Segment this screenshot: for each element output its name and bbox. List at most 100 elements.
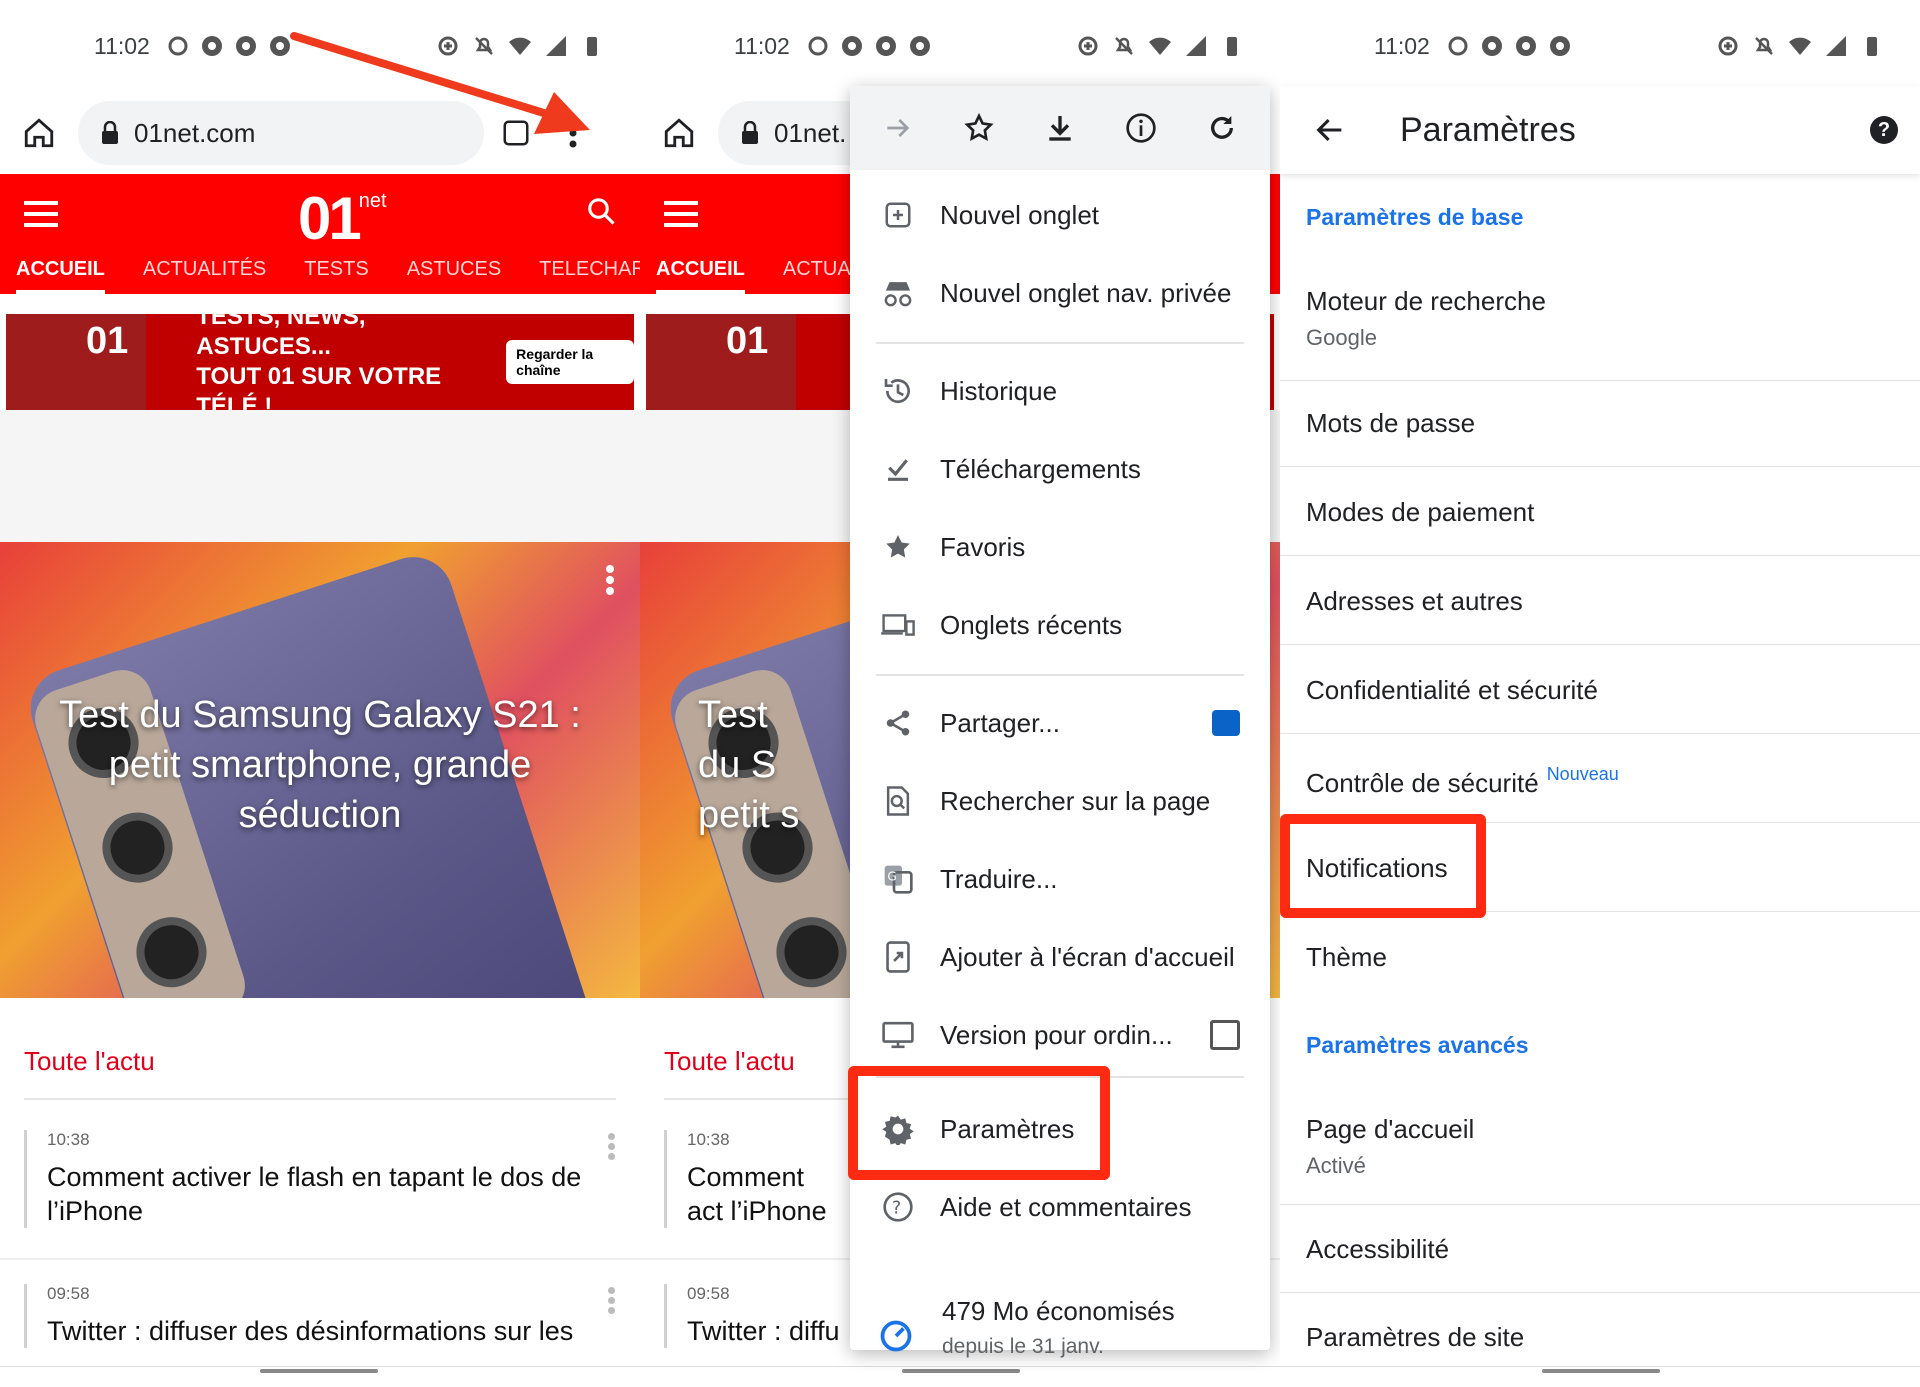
nav-tab-tests[interactable]: TESTS <box>304 258 368 294</box>
status-notification-icons <box>1446 34 1572 58</box>
menu-item-recent-tabs[interactable]: Onglets récents <box>850 586 1270 664</box>
menu-item-history[interactable]: Historique <box>850 352 1270 430</box>
settings-item-label: Paramètres de site <box>1306 1322 1525 1352</box>
news-more-icon[interactable] <box>606 1284 616 1317</box>
menu-item-share[interactable]: Partager... <box>850 684 1270 762</box>
news-title: Comment activer le flash en tapant le do… <box>47 1162 582 1226</box>
settings-item-homepage[interactable]: Page d'accueil Activé <box>1280 1114 1920 1179</box>
menu-item-desktop-site[interactable]: Version pour ordin... <box>850 996 1270 1074</box>
menu-item-label: Traduire... <box>940 863 1058 894</box>
settings-item-safety-check[interactable]: Contrôle de sécurité Nouveau <box>1280 764 1920 799</box>
hamburger-menu-icon[interactable] <box>664 198 700 230</box>
divider <box>1280 733 1920 734</box>
data-savings-summary[interactable]: 479 Mo économisés depuis le 31 janv. <box>850 1296 1270 1386</box>
menu-item-label: Onglets récents <box>940 609 1123 640</box>
hero-more-icon[interactable] <box>604 562 616 598</box>
menu-item-label: Ajouter à l'écran d'accueil <box>940 941 1235 972</box>
outlook-share-icon[interactable] <box>1212 710 1240 736</box>
home-button[interactable] <box>0 92 78 174</box>
settings-item-payment[interactable]: Modes de paiement <box>1280 497 1920 528</box>
red-annotation-arrow <box>290 32 590 134</box>
lock-icon <box>102 121 118 144</box>
menu-item-label: Historique <box>940 375 1058 406</box>
wifi-icon <box>1789 37 1811 55</box>
menu-item-find-in-page[interactable]: Rechercher sur la page <box>850 762 1270 840</box>
nav-tab-astuces[interactable]: ASTUCES <box>407 258 501 294</box>
news-title: Twitter : diffuser des désinformations s… <box>47 1316 574 1346</box>
help-icon: ? <box>883 1192 913 1222</box>
status-bar: 11:02 <box>1280 0 1920 92</box>
share-icon <box>886 710 910 736</box>
reload-button[interactable] <box>1202 108 1242 148</box>
settings-item-passwords[interactable]: Mots de passe <box>1280 408 1920 439</box>
divider <box>1280 644 1920 645</box>
gesture-bar[interactable] <box>1542 1369 1660 1373</box>
banner-watch-button[interactable]: Regarder la chaîne <box>506 340 634 384</box>
menu-item-label: Nouvel onglet nav. privée <box>940 277 1232 308</box>
status-notification-icons <box>166 34 292 58</box>
back-button[interactable] <box>1280 86 1380 174</box>
nav-tab-accueil[interactable]: ACCUEIL <box>656 258 745 294</box>
news-time: 10:38 <box>47 1130 90 1149</box>
highlight-box-notifications <box>1280 814 1486 918</box>
menu-item-add-to-home[interactable]: Ajouter à l'écran d'accueil <box>850 918 1270 996</box>
page-title: Paramètres <box>1400 110 1576 149</box>
chrome-icon <box>201 36 222 56</box>
status-time: 11:02 <box>94 32 150 59</box>
status-notification-icons <box>806 34 932 58</box>
svg-text:?: ? <box>892 1199 901 1219</box>
page-info-button[interactable] <box>1121 108 1161 148</box>
settings-item-addresses[interactable]: Adresses et autres <box>1280 586 1920 617</box>
settings-item-accessibility[interactable]: Accessibilité <box>1280 1234 1920 1265</box>
nav-tab-accueil[interactable]: ACCUEIL <box>16 258 105 294</box>
hamburger-menu-icon[interactable] <box>24 198 60 230</box>
settings-item-site-settings[interactable]: Paramètres de site <box>1280 1322 1920 1353</box>
savings-since: depuis le 31 janv. <box>942 1335 1104 1358</box>
settings-app-bar: Paramètres ? <box>1280 86 1920 174</box>
bookmark-button[interactable] <box>959 108 999 148</box>
menu-item-incognito[interactable]: Nouvel onglet nav. privée <box>850 254 1270 332</box>
new-tab-icon <box>885 202 911 228</box>
arrow-forward-icon <box>887 119 910 137</box>
gesture-bar[interactable] <box>260 1369 378 1373</box>
news-time: 09:58 <box>47 1284 90 1303</box>
promo-banner[interactable]: 01 TESTS, NEWS, ASTUCES... TOUT 01 SUR V… <box>6 314 634 410</box>
menu-item-translate[interactable]: G Traduire... <box>850 840 1270 918</box>
battery-icon <box>1867 37 1877 56</box>
desktop-site-checkbox[interactable] <box>1210 1020 1240 1050</box>
settings-item-label: Accessibilité <box>1306 1234 1450 1264</box>
home-button[interactable] <box>640 92 718 174</box>
chrome-icon <box>841 36 862 56</box>
menu-item-new-tab[interactable]: Nouvel onglet <box>850 176 1270 254</box>
desktop-icon <box>882 1021 914 1049</box>
site-logo[interactable]: 01net <box>298 184 387 253</box>
download-page-button[interactable] <box>1040 108 1080 148</box>
section-title: Toute l'actu <box>24 1046 155 1076</box>
history-icon <box>884 379 910 404</box>
settings-item-theme[interactable]: Thème <box>1280 942 1920 973</box>
settings-item-label: Page d'accueil <box>1306 1114 1475 1144</box>
hero-title: Test du Samsung Galaxy S21 : petit smart… <box>59 694 581 836</box>
data-saver-icon <box>1078 36 1098 56</box>
news-item[interactable]: 09:58 Twitter : diffuser des désinformat… <box>24 1284 616 1348</box>
forward-button[interactable] <box>878 108 918 148</box>
menu-item-label: Aide et commentaires <box>940 1191 1192 1222</box>
settings-item-privacy[interactable]: Confidentialité et sécurité <box>1280 675 1920 706</box>
mute-icon <box>1115 37 1133 55</box>
translate-icon: G <box>884 865 913 894</box>
star-outline-icon <box>964 112 994 141</box>
search-icon[interactable] <box>586 196 616 226</box>
menu-item-downloads[interactable]: Téléchargements <box>850 430 1270 508</box>
news-more-icon[interactable] <box>606 1130 616 1163</box>
menu-item-bookmarks[interactable]: Favoris <box>850 508 1270 586</box>
notification-icon <box>1448 36 1468 56</box>
nav-tab-telecharger[interactable]: TELECHARC <box>539 258 640 294</box>
site-header: 01net ACCUEIL ACTUALITÉS TESTS ASTUCES T… <box>0 174 640 294</box>
info-icon <box>1126 113 1156 143</box>
hero-article[interactable]: Test du Samsung Galaxy S21 : petit smart… <box>0 542 640 998</box>
banner-logo: 01 <box>646 314 796 410</box>
help-icon[interactable]: ? <box>1870 116 1898 144</box>
news-item[interactable]: 10:38 Comment activer le flash en tapant… <box>24 1130 616 1228</box>
nav-tab-actualites[interactable]: ACTUALITÉS <box>143 258 266 294</box>
settings-item-search-engine[interactable]: Moteur de recherche Google <box>1280 286 1920 351</box>
